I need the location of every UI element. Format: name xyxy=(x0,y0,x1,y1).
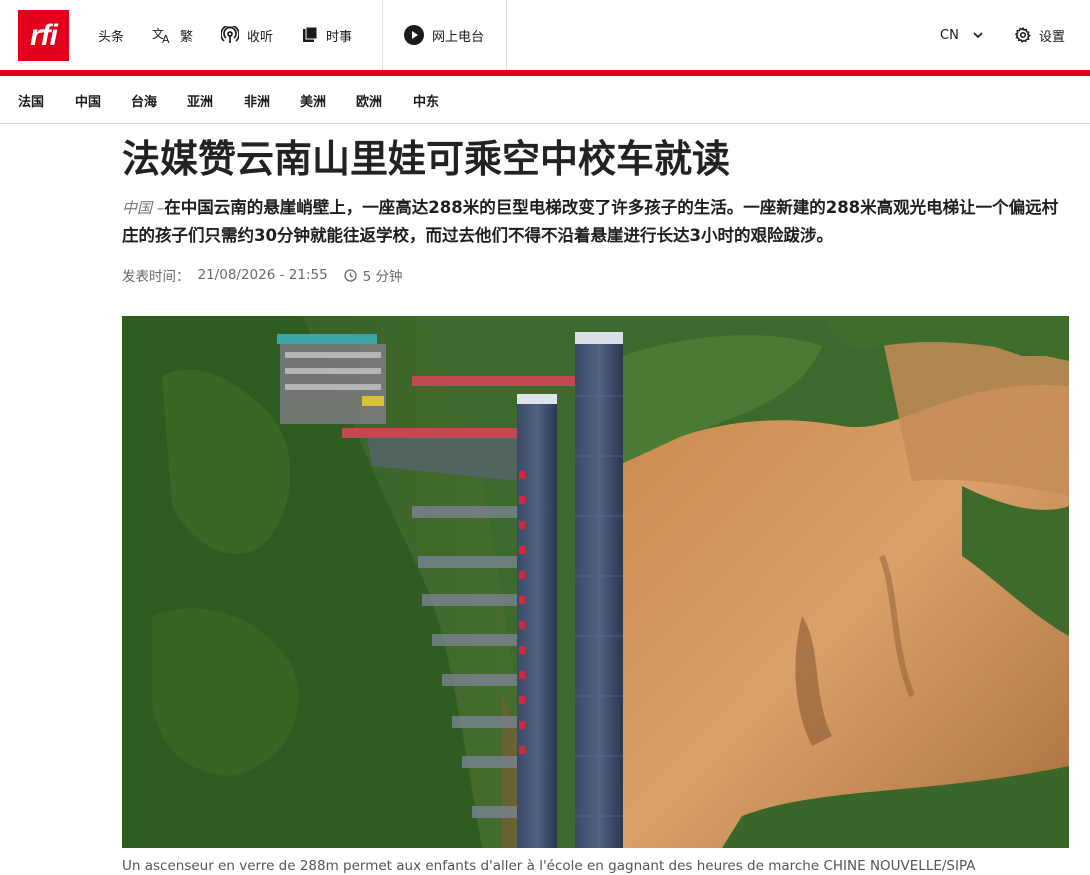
region-france[interactable]: 法国 xyxy=(18,76,44,124)
podcast-icon xyxy=(221,26,239,44)
play-icon xyxy=(404,25,424,45)
settings-button[interactable]: 设置 xyxy=(1015,0,1065,70)
nav-live-radio-label: 网上电台 xyxy=(432,29,485,45)
region-americas[interactable]: 美洲 xyxy=(300,76,326,124)
region-europe[interactable]: 欧洲 xyxy=(356,76,382,124)
chevron-down-icon xyxy=(973,31,983,39)
nav-current-affairs-label: 时事 xyxy=(326,29,353,45)
elevator-cliff-photo xyxy=(122,316,1069,848)
article-lede-text: 在中国云南的悬崖峭壁上，一座高达288米的巨型电梯改变了许多孩子的生活。一座新建… xyxy=(122,198,1059,245)
published-date: 21/08/2026 - 21:55 xyxy=(197,267,328,283)
nav-traditional-label: 繁 xyxy=(180,29,194,45)
clock-icon xyxy=(344,268,357,282)
article-photo xyxy=(122,316,1069,848)
region-middle-east[interactable]: 中东 xyxy=(413,76,439,124)
language-label: CN xyxy=(940,27,959,43)
header-divider xyxy=(506,0,507,70)
header-divider xyxy=(382,0,383,70)
top-header: rfi 头条 文A 繁 收听 时事 网上电台 CN 设置 xyxy=(0,0,1090,70)
document-icon xyxy=(302,27,318,43)
nav-headlines-label: 头条 xyxy=(98,29,125,45)
article-kicker[interactable]: 中国 – xyxy=(122,199,164,217)
nav-listen[interactable]: 收听 xyxy=(221,0,273,70)
article-title: 法媒赞云南山里娃可乘空中校车就读 xyxy=(122,137,731,181)
nav-headlines[interactable]: 头条 xyxy=(98,0,124,70)
region-taiwan-strait[interactable]: 台海 xyxy=(131,76,157,124)
region-africa[interactable]: 非洲 xyxy=(244,76,270,124)
translate-icon: 文A xyxy=(152,26,172,44)
nav-traditional-chinese[interactable]: 文A 繁 xyxy=(152,0,193,70)
region-china[interactable]: 中国 xyxy=(75,76,101,124)
gear-icon xyxy=(1015,27,1031,43)
region-asia[interactable]: 亚洲 xyxy=(187,76,213,124)
photo-caption: Un ascenseur en verre de 288m permet aux… xyxy=(122,858,976,874)
svg-text:A: A xyxy=(162,33,170,44)
article-meta: 发表时间： 21/08/2026 - 21:55 5 分钟 xyxy=(122,264,403,286)
nav-listen-label: 收听 xyxy=(247,29,274,45)
region-nav: 法国 中国 台海 亚洲 非洲 美洲 欧洲 中东 xyxy=(0,76,1090,124)
language-selector[interactable]: CN xyxy=(940,0,983,70)
nav-live-radio[interactable]: 网上电台 xyxy=(404,0,484,70)
read-time: 5 分钟 xyxy=(362,269,403,285)
article-lede: 中国 –在中国云南的悬崖峭壁上，一座高达288米的巨型电梯改变了许多孩子的生活。… xyxy=(122,194,1072,250)
settings-label: 设置 xyxy=(1039,29,1066,45)
nav-current-affairs[interactable]: 时事 xyxy=(302,0,352,70)
rfi-logo[interactable]: rfi xyxy=(18,10,69,61)
published-label: 发表时间： xyxy=(122,269,190,285)
